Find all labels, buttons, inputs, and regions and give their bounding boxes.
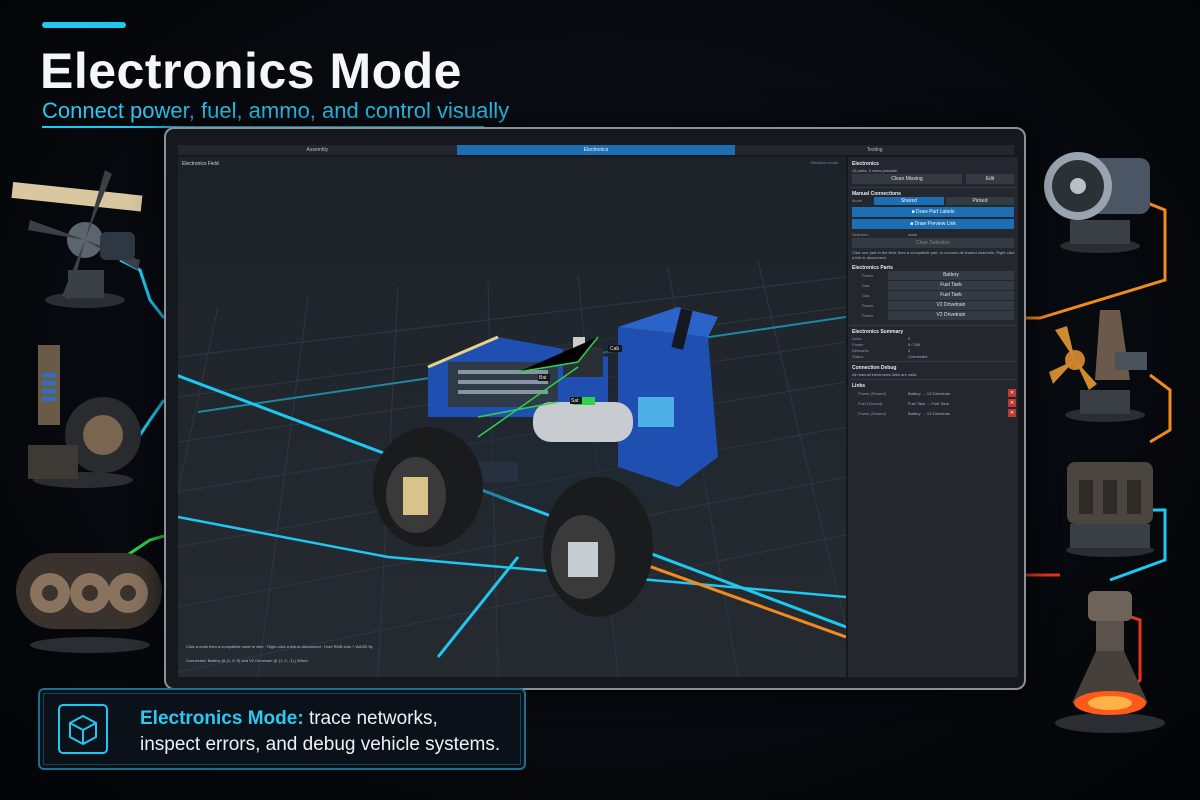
part-item-fuel-tank[interactable]: Fuel Tank	[888, 281, 1014, 290]
instructions-text: Click one part in the field, then a comp…	[852, 250, 1015, 260]
callout-line-1: Electronics Mode: trace networks,	[140, 708, 438, 730]
part-channel: Gas	[862, 283, 870, 288]
mode-picked-button[interactable]: Picked	[946, 197, 1014, 205]
electronics-summary-heading: Electronics Summary	[852, 329, 904, 335]
viewport-status: Connected: Battery @ (1, 0, 0) and V2 Dr…	[186, 658, 308, 663]
tab-electronics[interactable]: Electronics	[456, 145, 736, 155]
mode-tabs: Assembly Electronics Testing	[178, 145, 1014, 155]
summary-value: 0 / 200	[908, 342, 921, 347]
remove-link-button[interactable]: ✕	[1008, 409, 1016, 417]
summary-label: Status	[852, 354, 864, 359]
summary-label: Power	[852, 342, 864, 347]
draw-preview-link-toggle[interactable]: ■ Draw Preview Link	[852, 219, 1014, 229]
link-channel: Power (Shared)	[858, 391, 887, 396]
callout-line1-rest: trace networks,	[308, 708, 438, 729]
link-channel: Fuel (Shared)	[858, 401, 883, 406]
link-channel: Power (Shared)	[858, 411, 887, 416]
feature-callout: Electronics Mode: trace networks, inspec…	[38, 688, 526, 770]
viewport-help-text: Click a node then a compatible node to w…	[186, 644, 373, 649]
draw-part-labels-toggle[interactable]: ■ Draw Part Labels	[852, 207, 1014, 217]
summary-label: Networks	[852, 348, 869, 353]
tag-sat: Sat	[571, 398, 579, 404]
clear-selection-button[interactable]: Clear Selection	[852, 238, 1014, 248]
tag-cab: Cab	[610, 346, 619, 352]
part-item-v2-drivetrain-2[interactable]: V2 Drivetrain	[888, 311, 1014, 320]
summary-value: Connected	[908, 354, 928, 359]
tag-bat: Bat	[539, 375, 547, 381]
part-item-battery[interactable]: Battery	[888, 271, 1014, 280]
connection-debug-text: All manual electronics links are valid.	[852, 372, 918, 377]
jet-turbine-icon	[1040, 140, 1160, 255]
part-item-v2-drivetrain[interactable]: V2 Drivetrain	[888, 301, 1014, 310]
thruster-nozzle-icon	[1040, 585, 1170, 735]
remove-link-button[interactable]: ✕	[1008, 389, 1016, 397]
part-channel: Power	[862, 313, 874, 318]
propeller-engine-icon	[10, 160, 160, 310]
part-item-fuel-tank-2[interactable]: Fuel Tank	[888, 291, 1014, 300]
scene: Cab Sat Bat	[178, 157, 846, 677]
inspector-panel: Electronics 15 parts, 3 wires possible C…	[848, 157, 1018, 677]
electronics-heading: Electronics	[852, 161, 879, 167]
suspension-wheel-icon	[18, 335, 148, 490]
mode-shared-button[interactable]: Shared	[874, 197, 944, 205]
part-channel: Gas	[862, 293, 870, 298]
tab-assembly[interactable]: Assembly	[178, 145, 457, 155]
boat-propeller-icon	[1045, 300, 1155, 425]
tab-testing[interactable]: Testing	[735, 145, 1014, 155]
summary-value: 3	[908, 336, 911, 341]
part-channel: Power	[862, 273, 874, 278]
link-route: Battery → V2 Drivetrain	[908, 411, 951, 416]
link-route: Fuel Tank → Fuel Tank	[908, 401, 949, 406]
electronics-desc: 15 parts, 3 wires possible	[852, 168, 898, 173]
summary-label: Links	[852, 336, 862, 341]
summary-value: 2	[908, 348, 911, 353]
callout-emphasis: Electronics Mode:	[140, 708, 304, 729]
callout-line-2: inspect errors, and debug vehicle system…	[140, 734, 501, 755]
app-window: Assembly Electronics Testing Cab Sat Bat…	[164, 127, 1026, 690]
part-channel: Power	[862, 303, 874, 308]
connection-debug-heading: Connection Debug	[852, 365, 897, 371]
remove-link-button[interactable]: ✕	[1008, 399, 1016, 407]
tank-track-icon	[10, 535, 165, 655]
selected-label: Selected	[852, 232, 868, 237]
clean-missing-button[interactable]: Clean Missing	[852, 174, 962, 184]
viewport-label: Electronics Field	[182, 161, 219, 167]
selected-value: none	[908, 232, 917, 237]
3d-viewport[interactable]: Cab Sat Bat Electronics Field Selection …	[178, 157, 846, 677]
mode-label: Mode	[852, 198, 863, 203]
links-heading: Links	[852, 383, 866, 389]
electronics-parts-heading: Electronics Parts	[852, 265, 893, 271]
engine-block-icon	[1055, 450, 1165, 560]
link-route: Battery → V2 Drivetrain	[908, 391, 951, 396]
edit-button[interactable]: Edit	[966, 174, 1014, 184]
cube-icon	[58, 704, 108, 754]
viewport-hint: Selection mode	[810, 160, 838, 165]
